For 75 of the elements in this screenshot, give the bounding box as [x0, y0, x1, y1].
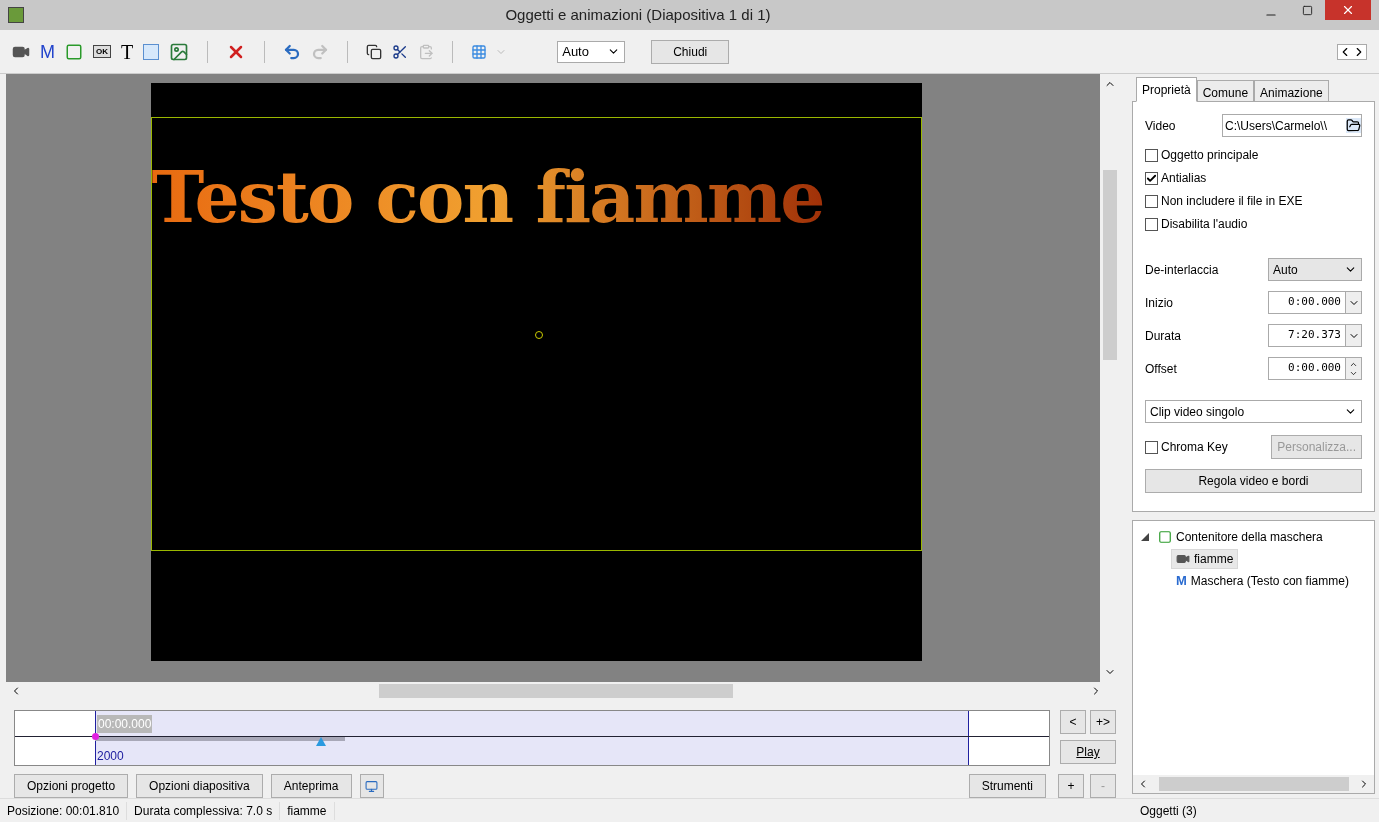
step-button[interactable]: +>	[1090, 710, 1116, 734]
checkbox[interactable]	[1145, 194, 1158, 208]
status-text: Durata complessiva: 7.0 s	[127, 801, 281, 820]
keyframe-marker-icon[interactable]	[92, 733, 99, 740]
properties-tab[interactable]: Proprietà	[1136, 77, 1197, 102]
dropdown[interactable]: Auto	[1268, 258, 1362, 281]
checkbox[interactable]	[1145, 440, 1158, 454]
screen-icon	[365, 779, 378, 793]
time-field[interactable]: 7:20.373	[1268, 324, 1362, 347]
timeline-time: 00:00.000	[97, 715, 153, 733]
tree-label: fiamme	[1194, 551, 1234, 568]
toolbar-tool[interactable]: T	[121, 41, 134, 62]
step-button[interactable]: <	[1060, 710, 1086, 734]
image-icon[interactable]	[169, 41, 190, 62]
objects-count: Oggetti (3)	[1139, 802, 1198, 820]
timeline[interactable]: 00:00.000 2000	[14, 710, 1050, 766]
step-button[interactable]: +	[1058, 774, 1084, 798]
scroll-thumb[interactable]	[1103, 170, 1117, 360]
undo-icon[interactable]	[283, 42, 302, 61]
open-folder-icon[interactable]	[1346, 118, 1361, 133]
slideshow-button[interactable]	[359, 774, 384, 798]
status-text: Posizione: 00:01.810	[0, 801, 128, 820]
close-icon[interactable]	[1341, 3, 1355, 17]
horizontal-scrollbar[interactable]	[1133, 775, 1374, 793]
properties-tab[interactable]: Comune	[1196, 80, 1255, 102]
checkbox[interactable]	[1145, 148, 1158, 162]
tree-label: Contenitore della maschera	[1176, 529, 1323, 546]
field-label: Durata	[1145, 327, 1182, 345]
maximize-icon[interactable]	[1302, 5, 1313, 16]
toolbar-tool[interactable]: OK	[93, 45, 111, 58]
checkbox[interactable]	[1145, 217, 1158, 231]
tree-item[interactable]: Contenitore della maschera	[1153, 527, 1328, 547]
rectangle-icon[interactable]	[143, 43, 160, 60]
playhead-icon[interactable]	[316, 737, 326, 746]
frame-icon	[1158, 530, 1172, 544]
status-text: fiamme	[280, 801, 335, 820]
frame-icon[interactable]	[65, 42, 83, 61]
timeline-marker: 2000	[97, 748, 124, 765]
zoom-select[interactable]: Auto	[557, 40, 626, 63]
scroll-thumb[interactable]	[379, 684, 733, 699]
expand-arrow-icon[interactable]	[1141, 533, 1149, 541]
mask-glyph: M	[1176, 572, 1187, 591]
cut-icon[interactable]	[392, 43, 409, 60]
checkbox-label: Oggetto principale	[1161, 147, 1259, 164]
app-icon	[8, 7, 24, 23]
field-label: Offset	[1145, 360, 1177, 378]
properties-tab[interactable]: Animazione	[1254, 80, 1329, 102]
tree-label: Maschera (Testo con fiamme)	[1190, 573, 1349, 590]
option-button[interactable]: Opzioni progetto	[14, 774, 129, 798]
time-field[interactable]: 0:00.000	[1268, 291, 1362, 314]
video-camera-icon	[1176, 552, 1190, 566]
scroll-thumb[interactable]	[1158, 777, 1349, 791]
checkbox[interactable]	[1145, 171, 1158, 185]
toolbar-tool[interactable]: M	[40, 42, 55, 61]
field-label: Inizio	[1145, 294, 1173, 312]
checkbox-label: Chroma Key	[1161, 439, 1228, 456]
option-button[interactable]: Opzioni diapositiva	[136, 774, 263, 798]
play-button[interactable]: Play	[1060, 740, 1116, 764]
tree-item[interactable]: M Maschera (Testo con fiamme)	[1171, 570, 1354, 592]
checkbox-label: Antialias	[1161, 170, 1207, 187]
time-field[interactable]: 0:00.000	[1268, 357, 1362, 380]
grid-icon[interactable]	[471, 43, 488, 60]
tools-button[interactable]: Strumenti	[968, 774, 1046, 798]
video-path-field[interactable]: C:\Users\Carmelo\\	[1222, 114, 1362, 137]
field-label: De-interlaccia	[1145, 261, 1219, 279]
checkbox-label: Disabilita l'audio	[1161, 216, 1248, 233]
checkbox-label: Non includere il file in EXE	[1161, 193, 1303, 210]
tree-item[interactable]: fiamme	[1171, 549, 1239, 569]
field-label: Video	[1145, 117, 1176, 135]
clip-mode-dropdown[interactable]: Clip video singolo	[1145, 400, 1362, 423]
option-button[interactable]: Anteprima	[270, 774, 352, 798]
close-editor-button[interactable]: Chiudi	[651, 39, 730, 64]
copy-icon[interactable]	[366, 43, 383, 60]
window-title: Oggetti e animazioni (Diapositiva 1 di 1)	[504, 4, 772, 25]
adjust-video-button[interactable]: Regola video e bordi	[1145, 469, 1362, 493]
